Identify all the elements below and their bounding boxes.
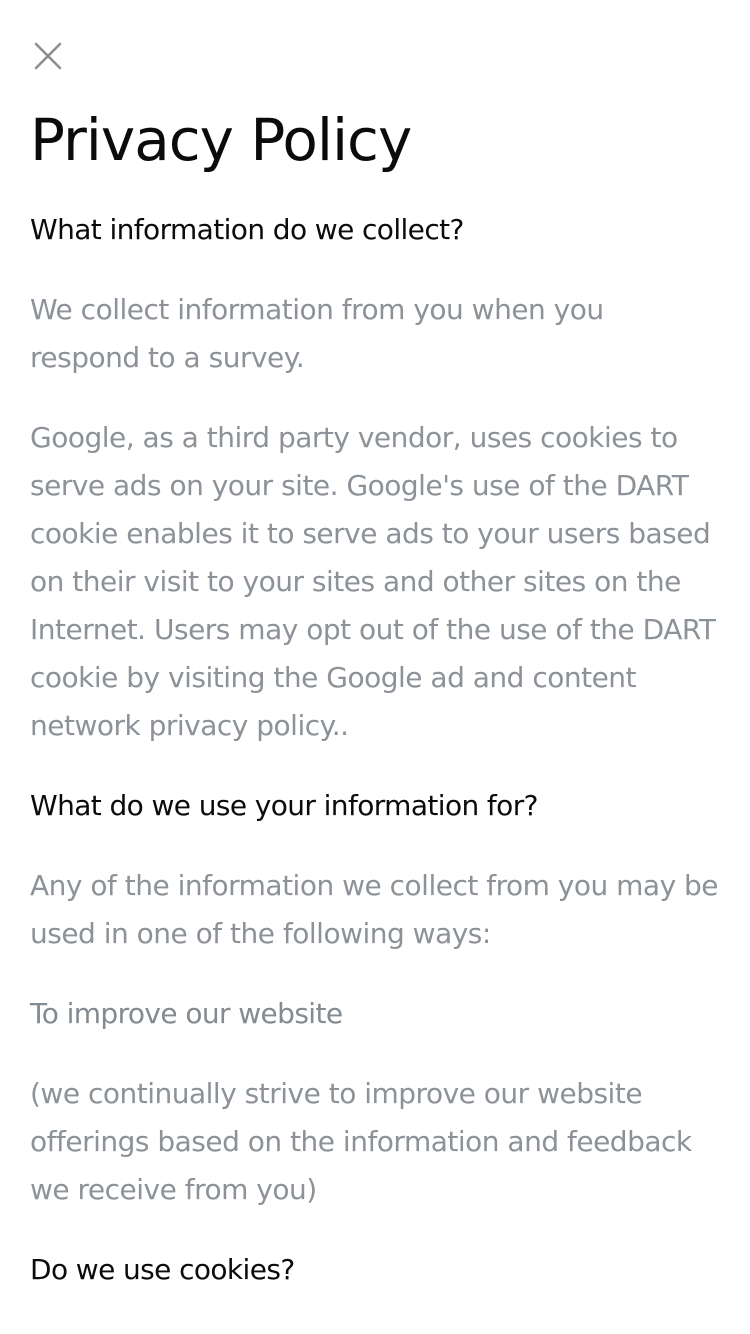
paragraph-use-ways: Any of the information we collect from y… xyxy=(30,869,719,950)
heading-cookies: Do we use cookies? xyxy=(30,1253,295,1286)
subheading-improve-website: To improve our website xyxy=(30,997,343,1030)
paragraph-google-cookies: Google, as a third party vendor, uses co… xyxy=(30,421,716,742)
heading-what-we-collect: What information do we collect? xyxy=(30,213,464,246)
close-icon xyxy=(34,42,62,70)
page-title: Privacy Policy xyxy=(30,106,412,174)
paragraph-improve-website: (we continually strive to improve our we… xyxy=(30,1077,692,1206)
close-button[interactable] xyxy=(30,38,66,74)
heading-use-information: What do we use your information for? xyxy=(30,789,538,822)
paragraph-collect-survey: We collect information from you when you… xyxy=(30,293,604,374)
policy-content: Privacy Policy What information do we co… xyxy=(30,102,720,1294)
